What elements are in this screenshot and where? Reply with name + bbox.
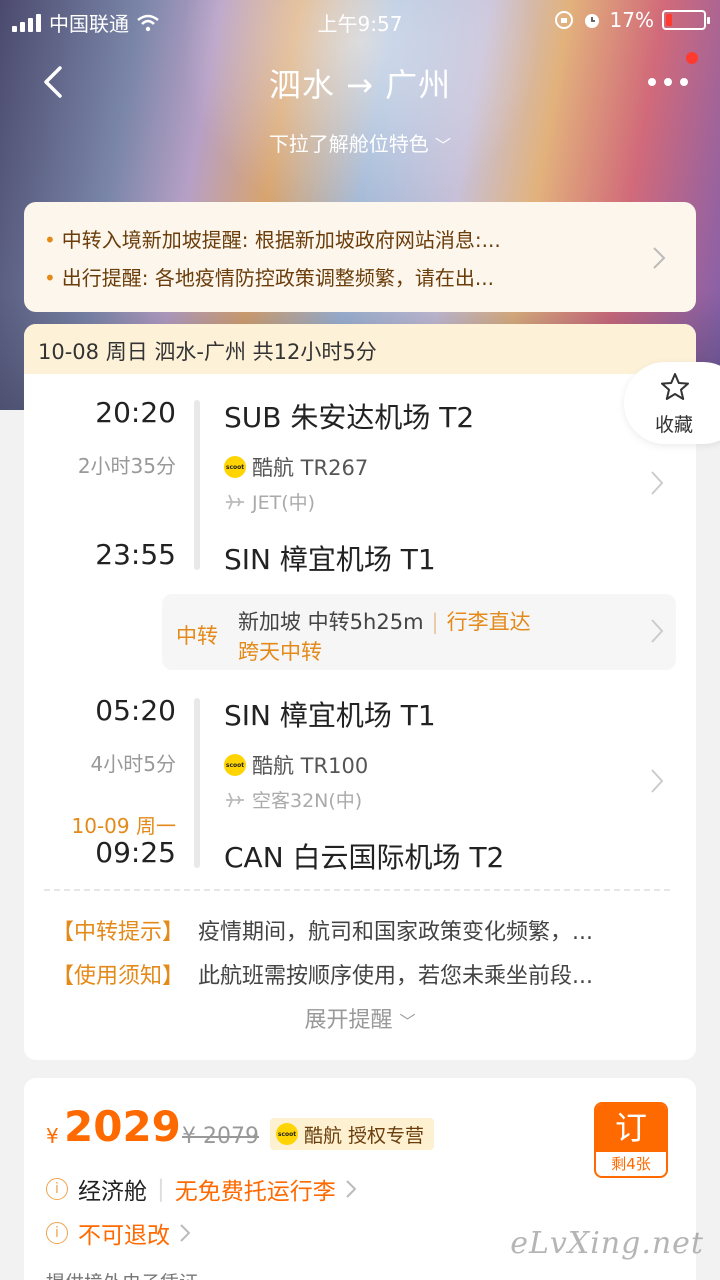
departure-time: 05:20 xyxy=(95,694,176,727)
chevron-right-icon xyxy=(651,471,664,495)
travel-notice-box[interactable]: • 中转入境新加坡提醒: 根据新加坡政府网站消息:... • 出行提醒: 各地疫情防… xyxy=(24,202,696,312)
baggage-policy: 无免费托运行李 xyxy=(174,1179,336,1205)
usage-notice: 【使用须知】 此航班需按顺序使用，若您未乘坐前段... xyxy=(52,964,593,989)
divider xyxy=(44,889,670,891)
flight-number: scoot 酷航 TR267 xyxy=(224,456,369,480)
arrival-airport: SIN 樟宜机场 T1 xyxy=(224,543,436,576)
flight-duration: 4小时5分 xyxy=(90,752,176,776)
chevron-right-icon xyxy=(346,1180,356,1198)
chevron-right-icon xyxy=(180,1224,190,1242)
transfer-label: 中转 xyxy=(176,624,218,648)
departure-time: 20:20 xyxy=(95,396,176,429)
voucher-note: 提供境外电子凭证 xyxy=(46,1268,198,1280)
original-price: ¥ 2079 xyxy=(182,1124,259,1149)
notice-item: • 中转入境新加坡提醒: 根据新加坡政府网站消息:... xyxy=(44,228,501,252)
battery-icon xyxy=(662,10,710,30)
expand-tips-button[interactable]: 展开提醒 ﹀ xyxy=(24,1002,696,1034)
orientation-lock-icon xyxy=(554,11,573,29)
alarm-icon xyxy=(584,14,599,28)
overnight-transfer: 跨天中转 xyxy=(238,640,322,664)
timeline-line xyxy=(194,698,200,868)
seats-remaining: 剩4张 xyxy=(611,1155,651,1173)
transfer-detail: 新加坡 中转5h25m | 行李直达 xyxy=(238,610,531,634)
aircraft-type: JET(中) xyxy=(224,488,315,515)
route-title: 泗水 → 广州 xyxy=(268,66,452,104)
flight-duration: 2小时35分 xyxy=(77,454,176,478)
cabin-baggage-row[interactable]: i 经济舱 | 无免费托运行李 xyxy=(46,1172,356,1206)
cabin-class: 经济舱 xyxy=(78,1179,147,1205)
status-bar: 中国联通 上午9:57 17% xyxy=(0,0,720,40)
plane-icon xyxy=(226,792,244,807)
itinerary-card: 10-08 周日 泗水-广州 共12小时5分 20:20 2小时35分 23:5… xyxy=(24,324,696,1060)
transfer-info[interactable]: 中转 新加坡 中转5h25m | 行李直达 跨天中转 xyxy=(162,594,676,670)
chevron-right-icon xyxy=(653,247,666,269)
transfer-tip: 【中转提示】 疫情期间，航司和国家政策变化频繁，... xyxy=(52,920,593,945)
currency-symbol: ¥ xyxy=(46,1124,59,1148)
star-icon xyxy=(661,373,689,400)
timeline-line xyxy=(194,400,200,570)
refund-policy: 不可退改 xyxy=(78,1223,170,1249)
departure-airport: SUB 朱安达机场 T2 xyxy=(224,401,475,434)
watermark: eLvXing.net xyxy=(510,1226,704,1261)
plane-icon xyxy=(226,494,244,509)
favorite-button[interactable]: 收藏 xyxy=(624,362,720,444)
arrival-date: 10-09 周一 xyxy=(71,814,176,838)
arrival-time: 23:55 xyxy=(95,538,176,571)
refund-row[interactable]: i 不可退改 xyxy=(46,1216,190,1250)
fare-price: 2029 xyxy=(64,1102,181,1151)
flight-number: scoot 酷航 TR100 xyxy=(224,754,369,778)
notification-dot xyxy=(686,52,698,64)
top-navigation: 泗水 → 广州 xyxy=(0,52,720,112)
departure-airport: SIN 樟宜机场 T1 xyxy=(224,699,436,732)
chevron-right-icon xyxy=(651,619,664,643)
scoot-logo-icon: scoot xyxy=(224,754,246,776)
arrival-time: 09:25 xyxy=(95,836,176,869)
notice-item: • 出行提醒: 各地疫情防控政策调整频繁，请在出... xyxy=(44,266,494,290)
info-icon: i xyxy=(46,1178,68,1200)
more-options-icon[interactable] xyxy=(648,64,688,100)
scoot-logo-icon: scoot xyxy=(224,456,246,478)
book-button[interactable]: 订 剩4张 xyxy=(594,1102,668,1178)
aircraft-type: 空客32N(中) xyxy=(224,786,362,813)
trip-summary: 10-08 周日 泗水-广州 共12小时5分 xyxy=(24,324,696,374)
info-icon: i xyxy=(46,1222,68,1244)
scoot-logo-icon: scoot xyxy=(276,1123,298,1145)
favorite-label: 收藏 xyxy=(655,414,694,436)
cabin-features-hint[interactable]: 下拉了解舱位特色 ﹀ xyxy=(0,128,720,157)
authorized-agent-badge: scoot 酷航 授权专营 xyxy=(270,1118,435,1150)
book-label: 订 xyxy=(596,1104,666,1152)
chevron-right-icon xyxy=(651,769,664,793)
arrival-airport: CAN 白云国际机场 T2 xyxy=(224,841,505,874)
battery-percent: 17% xyxy=(609,8,654,32)
